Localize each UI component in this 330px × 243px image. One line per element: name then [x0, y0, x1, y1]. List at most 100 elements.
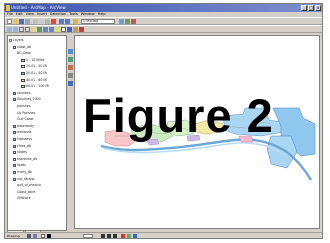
- delete-icon[interactable]: [51, 19, 56, 24]
- select-features-icon[interactable]: [55, 27, 60, 32]
- save-icon[interactable]: [19, 19, 24, 24]
- toc-label: counties: [17, 90, 31, 95]
- toc-row[interactable]: cities_db: [13, 144, 31, 149]
- layer-visibility-checkbox[interactable]: [13, 171, 16, 174]
- minimize-button[interactable]: _: [301, 5, 307, 11]
- table-of-contents: − Layers coast_db BG_Data 0 - 10 Miles 10.01 …: [7, 35, 67, 231]
- drawing-menu-button[interactable]: Drawing: [7, 234, 23, 238]
- layer-visibility-checkbox[interactable]: [13, 157, 16, 161]
- toc-row[interactable]: Coast_zone: [17, 190, 35, 195]
- legend-swatch: [21, 65, 25, 69]
- font-field[interactable]: [83, 234, 93, 238]
- toc-row[interactable]: Gulf Coast: [17, 117, 34, 122]
- select-elements-icon[interactable]: [61, 27, 66, 32]
- layer-visibility-checkbox[interactable]: [13, 124, 16, 128]
- redo-icon[interactable]: [65, 19, 70, 24]
- toc-label: Layers: [13, 38, 24, 42]
- open-folder-icon[interactable]: [13, 19, 18, 24]
- identify-icon[interactable]: [67, 27, 72, 32]
- layer-visibility-checkbox[interactable]: [13, 144, 16, 148]
- maximize-button[interactable]: □: [308, 5, 314, 11]
- text-tool-icon[interactable]: [47, 234, 51, 238]
- toc-label: BG_Data: [17, 51, 31, 56]
- toc-row[interactable]: 40.01 - 60 Mi: [21, 78, 47, 83]
- add-data-icon[interactable]: [73, 19, 78, 24]
- italic-icon[interactable]: [107, 234, 111, 238]
- rectangle-tool-icon[interactable]: [41, 234, 45, 238]
- toc-row[interactable]: coast_db: [13, 45, 31, 50]
- copy-icon[interactable]: [39, 19, 44, 24]
- map-scale-combo[interactable]: 1:350,000: [81, 19, 115, 24]
- layer-visibility-checkbox[interactable]: [13, 131, 16, 135]
- toc-row[interactable]: highways: [13, 137, 32, 142]
- toc-label: parishes: [17, 104, 31, 108]
- toc-label: LA Parishes: [17, 110, 36, 115]
- editor-icon[interactable]: [119, 19, 124, 24]
- measure-icon[interactable]: [79, 27, 84, 32]
- layer-visibility-checkbox[interactable]: [13, 151, 16, 155]
- toc-row[interactable]: shoreline_db: [13, 157, 37, 162]
- layer-visibility-checkbox[interactable]: [13, 164, 16, 168]
- paste-icon[interactable]: [45, 19, 50, 24]
- back-extent-icon[interactable]: [43, 27, 48, 32]
- side-tool-5-icon[interactable]: [68, 81, 73, 86]
- full-extent-icon[interactable]: [37, 27, 42, 32]
- forward-extent-icon[interactable]: [49, 27, 54, 32]
- toc-label: Gulf Coast: [17, 117, 34, 122]
- line-color-icon[interactable]: [133, 234, 137, 238]
- underline-icon[interactable]: [113, 234, 117, 238]
- new-document-icon[interactable]: [7, 19, 12, 24]
- fixed-zoom-in-icon[interactable]: [19, 27, 24, 32]
- toc-label: nat_db.shp: [17, 176, 35, 181]
- layer-visibility-checkbox[interactable]: [13, 45, 16, 49]
- toc-label: roads: [17, 163, 26, 168]
- layer-visibility-checkbox[interactable]: [13, 177, 16, 181]
- toc-row[interactable]: 10.01 - 20 Mi: [21, 64, 47, 69]
- layer-visibility-checkbox[interactable]: [13, 138, 16, 141]
- toc-label: waterbody: [17, 123, 34, 128]
- side-tool-3-icon[interactable]: [68, 65, 73, 70]
- toc-row[interactable]: 20.01 - 40 Mi: [21, 71, 47, 76]
- toc-row[interactable]: roads: [13, 163, 26, 168]
- toc-row[interactable]: − Layers: [9, 38, 24, 43]
- map-display[interactable]: Figure 2: [74, 35, 320, 229]
- toc-row[interactable]: 0 - 10 Miles: [21, 58, 44, 63]
- toc-label: 60.01 - 100 Mi: [26, 84, 50, 89]
- layer-visibility-checkbox[interactable]: [13, 91, 16, 95]
- bold-icon[interactable]: [101, 234, 105, 238]
- side-tool-4-icon[interactable]: [68, 73, 73, 78]
- rotate-icon[interactable]: [33, 234, 37, 238]
- find-icon[interactable]: [73, 27, 78, 32]
- toc-row[interactable]: LA Parishes: [17, 111, 35, 116]
- font-color-icon[interactable]: [121, 234, 125, 238]
- toc-row[interactable]: parishes: [17, 104, 30, 109]
- drawing-toolbar: Drawing: [5, 232, 322, 238]
- toc-row[interactable]: rivers_db: [13, 170, 32, 175]
- arctoolbox-icon[interactable]: [125, 19, 130, 24]
- side-tool-1-icon[interactable]: [68, 49, 73, 54]
- toc-row[interactable]: states: [13, 150, 27, 155]
- pan-icon[interactable]: [31, 27, 36, 32]
- print-icon[interactable]: [25, 19, 30, 24]
- select-arrow-icon[interactable]: [27, 234, 31, 238]
- toc-row[interactable]: 60.01 - 100 Mi: [21, 84, 49, 89]
- toc-row[interactable]: waterbody: [13, 124, 34, 129]
- toc-row[interactable]: BG_Data: [17, 51, 31, 56]
- zoom-out-icon[interactable]: [13, 27, 18, 32]
- expand-collapse-icon[interactable]: −: [9, 39, 13, 43]
- toc-row[interactable]: wetlands: [13, 130, 31, 135]
- fill-color-icon[interactable]: [127, 234, 131, 238]
- zoom-in-icon[interactable]: [7, 27, 12, 32]
- toc-row[interactable]: nat_db.shp: [13, 177, 35, 182]
- toc-row[interactable]: Offshore: [17, 196, 31, 201]
- fixed-zoom-out-icon[interactable]: [25, 27, 30, 32]
- help-icon[interactable]: [131, 19, 136, 24]
- cut-icon[interactable]: [33, 19, 38, 24]
- layer-visibility-checkbox[interactable]: [13, 98, 16, 102]
- undo-icon[interactable]: [59, 19, 64, 24]
- side-tool-2-icon[interactable]: [68, 57, 73, 62]
- toc-row[interactable]: gulf_of_mexico: [17, 183, 41, 188]
- toc-row[interactable]: Counties_2000: [13, 97, 41, 102]
- toc-row[interactable]: counties: [13, 91, 31, 96]
- close-button[interactable]: x: [315, 5, 321, 11]
